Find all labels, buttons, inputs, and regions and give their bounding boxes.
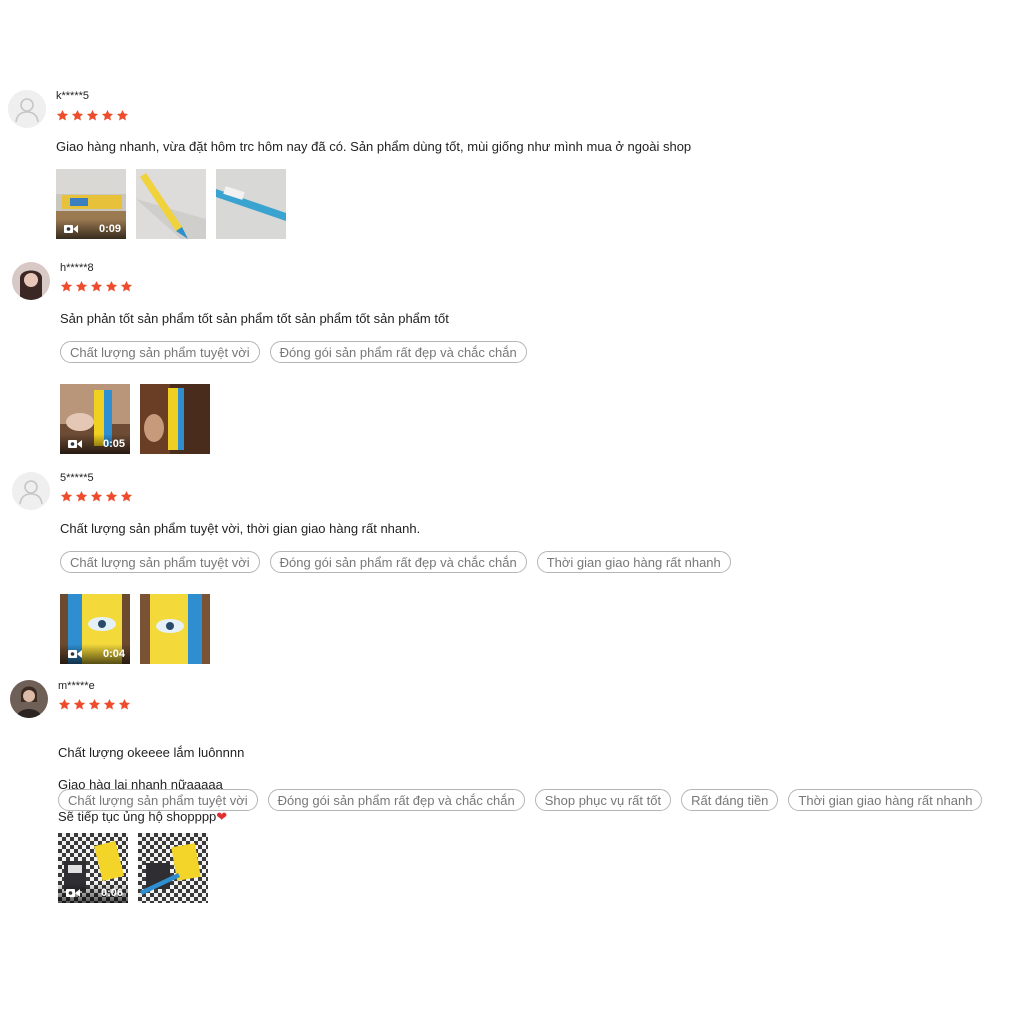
review-text: Chất lượng sản phẩm tuyệt vời, thời gian…	[60, 521, 421, 536]
review-tag: Chất lượng sản phẩm tuyệt vời	[60, 551, 260, 573]
star-icon	[58, 698, 71, 714]
video-camera-icon	[68, 440, 82, 448]
star-icon	[105, 280, 118, 296]
user-avatar[interactable]	[10, 680, 48, 718]
video-duration: 0:05	[102, 438, 125, 450]
star-icon	[60, 490, 73, 506]
review-tag: Shop phục vụ rất tốt	[534, 789, 672, 811]
review-tags: Chất lượng sản phẩm tuyệt vời Đóng gói sả…	[60, 551, 731, 573]
review-tag: Rất đáng tiền	[681, 789, 779, 811]
rating-stars	[60, 280, 133, 296]
review-text: Giao hàng nhanh, vừa đặt hôm trc hôm nay…	[56, 139, 692, 154]
star-icon	[60, 280, 73, 296]
review-video-thumbnail[interactable]: 0:04	[60, 594, 130, 664]
default-avatar-icon[interactable]	[12, 472, 50, 510]
review-tag: Chất lượng sản phẩm tuyệt vời	[60, 341, 260, 363]
star-icon	[90, 280, 103, 296]
video-duration: 0:09	[98, 223, 121, 235]
user-avatar[interactable]	[12, 262, 50, 300]
reviewer-username[interactable]: m*****e	[58, 680, 95, 692]
review-tag: Chất lượng sản phẩm tuyệt vời	[58, 789, 258, 811]
star-icon	[116, 109, 129, 125]
review-text-line: Chất lượng okeeee lắm luônnnn	[58, 745, 245, 760]
review-tag: Thời gian giao hàng rất nhanh	[536, 551, 731, 573]
star-icon	[75, 490, 88, 506]
review-image-thumbnail[interactable]	[216, 169, 286, 239]
review-tags: Chất lượng sản phẩm tuyệt vời Đóng gói sả…	[58, 789, 983, 811]
review-tags: Chất lượng sản phẩm tuyệt vời Đóng gói sả…	[60, 341, 527, 363]
star-icon	[101, 109, 114, 125]
review-media: 0:05	[60, 384, 210, 454]
review-image-thumbnail[interactable]	[138, 833, 208, 903]
rating-stars	[56, 109, 129, 125]
star-icon	[120, 280, 133, 296]
rating-stars	[60, 490, 133, 506]
rating-stars	[58, 698, 131, 714]
review-tag: Đóng gói sản phẩm rất đẹp và chắc chắn	[267, 789, 525, 811]
review-media: 0:04	[60, 594, 210, 664]
video-camera-icon	[68, 650, 82, 658]
review-image-thumbnail[interactable]	[140, 594, 210, 664]
video-camera-icon	[66, 889, 80, 897]
reviewer-username[interactable]: h*****8	[60, 262, 94, 274]
star-icon	[75, 280, 88, 296]
review-image-thumbnail[interactable]	[140, 384, 210, 454]
star-icon	[56, 109, 69, 125]
star-icon	[103, 698, 116, 714]
review-video-thumbnail[interactable]: 0:05	[60, 384, 130, 454]
video-camera-icon	[64, 225, 78, 233]
star-icon	[86, 109, 99, 125]
review-video-thumbnail[interactable]: 0:09	[56, 169, 126, 239]
star-icon	[90, 490, 103, 506]
review-text: Sản phản tốt sản phẩm tốt sản phẩm tốt s…	[60, 311, 449, 326]
star-icon	[118, 698, 131, 714]
review-video-thumbnail[interactable]: 0:06	[58, 833, 128, 903]
star-icon	[105, 490, 118, 506]
default-avatar-icon[interactable]	[8, 90, 46, 128]
star-icon	[73, 698, 86, 714]
review-tag: Đóng gói sản phẩm rất đẹp và chắc chắn	[269, 551, 527, 573]
review-image-thumbnail[interactable]	[136, 169, 206, 239]
star-icon	[71, 109, 84, 125]
review-media: 0:09	[56, 169, 286, 239]
star-icon	[88, 698, 101, 714]
reviewer-username[interactable]: k*****5	[56, 90, 89, 102]
review-tag: Đóng gói sản phẩm rất đẹp và chắc chắn	[269, 341, 527, 363]
review-text: Chất lượng okeeee lắm luônnnn Giao hàg l…	[58, 729, 244, 841]
video-duration: 0:04	[102, 648, 125, 660]
star-icon	[120, 490, 133, 506]
review-tag: Thời gian giao hàng rất nhanh	[788, 789, 983, 811]
reviewer-username[interactable]: 5*****5	[60, 472, 94, 484]
review-media: 0:06	[58, 833, 208, 903]
video-duration: 0:06	[100, 887, 123, 899]
